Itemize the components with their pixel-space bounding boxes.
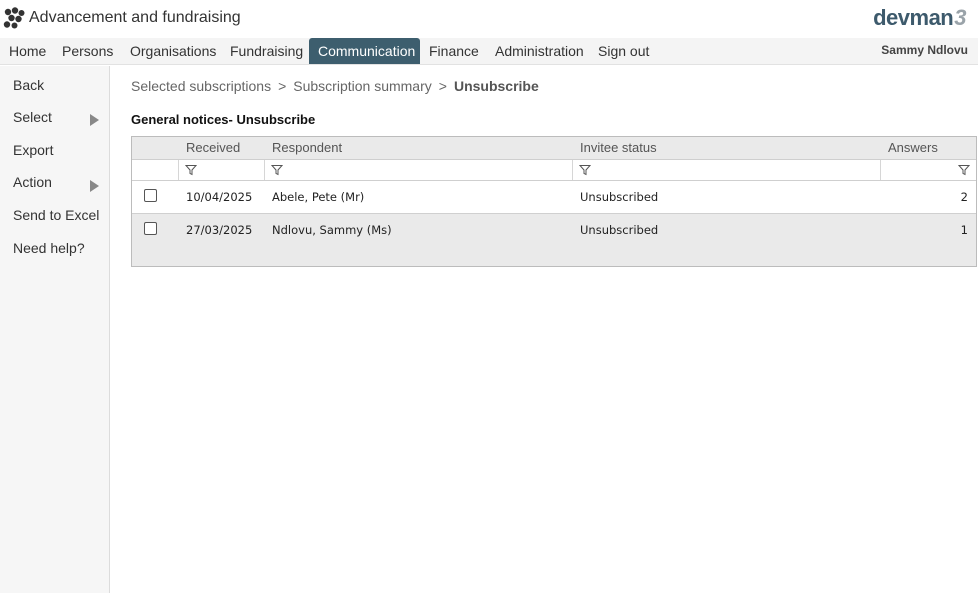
nav-finance[interactable]: Finance bbox=[420, 38, 488, 64]
top-nav: Home Persons Organisations Fundraising C… bbox=[0, 38, 978, 65]
filter-answers[interactable] bbox=[880, 160, 976, 180]
breadcrumb-current: Unsubscribe bbox=[453, 78, 539, 94]
nav-communication[interactable]: Communication bbox=[309, 38, 420, 64]
nav-fundraising[interactable]: Fundraising bbox=[221, 38, 312, 64]
sidebar-item-action[interactable]: Action bbox=[13, 174, 52, 190]
breadcrumb-item-subscription-summary[interactable]: Subscription summary bbox=[293, 78, 432, 94]
breadcrumb: Selected subscriptions > Subscription summ… bbox=[131, 78, 539, 94]
app-title: Advancement and fundraising bbox=[29, 9, 241, 26]
section-title: General notices- Unsubscribe bbox=[131, 112, 316, 127]
cell-invitee-status: Unsubscribed bbox=[580, 190, 659, 204]
cell-received: 10/04/2025 bbox=[186, 190, 253, 204]
paw-cluster-icon bbox=[3, 7, 25, 29]
grid-header: Received Respondent Invitee status Answe… bbox=[132, 137, 976, 159]
funnel-filter-icon[interactable] bbox=[958, 164, 970, 176]
filter-received[interactable] bbox=[178, 160, 264, 180]
sidebar-item-back[interactable]: Back bbox=[13, 77, 44, 93]
filter-invitee-status[interactable] bbox=[572, 160, 880, 180]
cell-invitee-status: Unsubscribed bbox=[580, 223, 659, 237]
column-header-received[interactable]: Received bbox=[186, 140, 240, 155]
row-checkbox[interactable] bbox=[144, 222, 157, 235]
filter-row bbox=[132, 159, 976, 181]
results-grid: Received Respondent Invitee status Answe… bbox=[131, 136, 977, 267]
funnel-filter-icon[interactable] bbox=[185, 164, 197, 176]
brand-version: 3 bbox=[954, 5, 966, 30]
current-user[interactable]: Sammy Ndlovu bbox=[881, 38, 968, 62]
funnel-filter-icon[interactable] bbox=[271, 164, 283, 176]
funnel-filter-icon[interactable] bbox=[579, 164, 591, 176]
app-header: Advancement and fundraising devman3 bbox=[0, 0, 978, 38]
sidebar-item-send-to-excel[interactable]: Send to Excel bbox=[13, 207, 99, 223]
nav-persons[interactable]: Persons bbox=[53, 38, 122, 64]
column-header-invitee-status[interactable]: Invitee status bbox=[580, 140, 657, 155]
column-header-respondent[interactable]: Respondent bbox=[272, 140, 342, 155]
brand-name: devman bbox=[873, 5, 954, 30]
submenu-arrow-icon bbox=[90, 180, 99, 192]
cell-received: 27/03/2025 bbox=[186, 223, 253, 237]
nav-home[interactable]: Home bbox=[0, 38, 55, 64]
cell-respondent: Abele, Pete (Mr) bbox=[272, 190, 365, 204]
table-row[interactable]: 27/03/2025 Ndlovu, Sammy (Ms) Unsubscrib… bbox=[132, 214, 976, 247]
submenu-arrow-icon bbox=[90, 114, 99, 126]
column-header-answers[interactable]: Answers bbox=[888, 140, 938, 155]
cell-answers: 1 bbox=[960, 223, 968, 237]
nav-sign-out[interactable]: Sign out bbox=[589, 38, 658, 64]
filter-respondent[interactable] bbox=[264, 160, 572, 180]
sidebar-item-export[interactable]: Export bbox=[13, 142, 53, 158]
sidebar-item-select[interactable]: Select bbox=[13, 109, 52, 125]
nav-administration[interactable]: Administration bbox=[486, 38, 593, 64]
breadcrumb-item-selected-subscriptions[interactable]: Selected subscriptions bbox=[131, 78, 271, 94]
brand-logo: devman3 bbox=[873, 5, 966, 31]
breadcrumb-separator: > bbox=[438, 78, 447, 94]
nav-organisations[interactable]: Organisations bbox=[121, 38, 225, 64]
sidebar-item-need-help[interactable]: Need help? bbox=[13, 240, 85, 256]
breadcrumb-separator: > bbox=[278, 78, 287, 94]
cell-answers: 2 bbox=[960, 190, 968, 204]
sidebar: Back Select Export Action Send to Excel … bbox=[0, 66, 110, 593]
row-checkbox[interactable] bbox=[144, 189, 157, 202]
cell-respondent: Ndlovu, Sammy (Ms) bbox=[272, 223, 392, 237]
table-row[interactable]: 10/04/2025 Abele, Pete (Mr) Unsubscribed… bbox=[132, 181, 976, 214]
